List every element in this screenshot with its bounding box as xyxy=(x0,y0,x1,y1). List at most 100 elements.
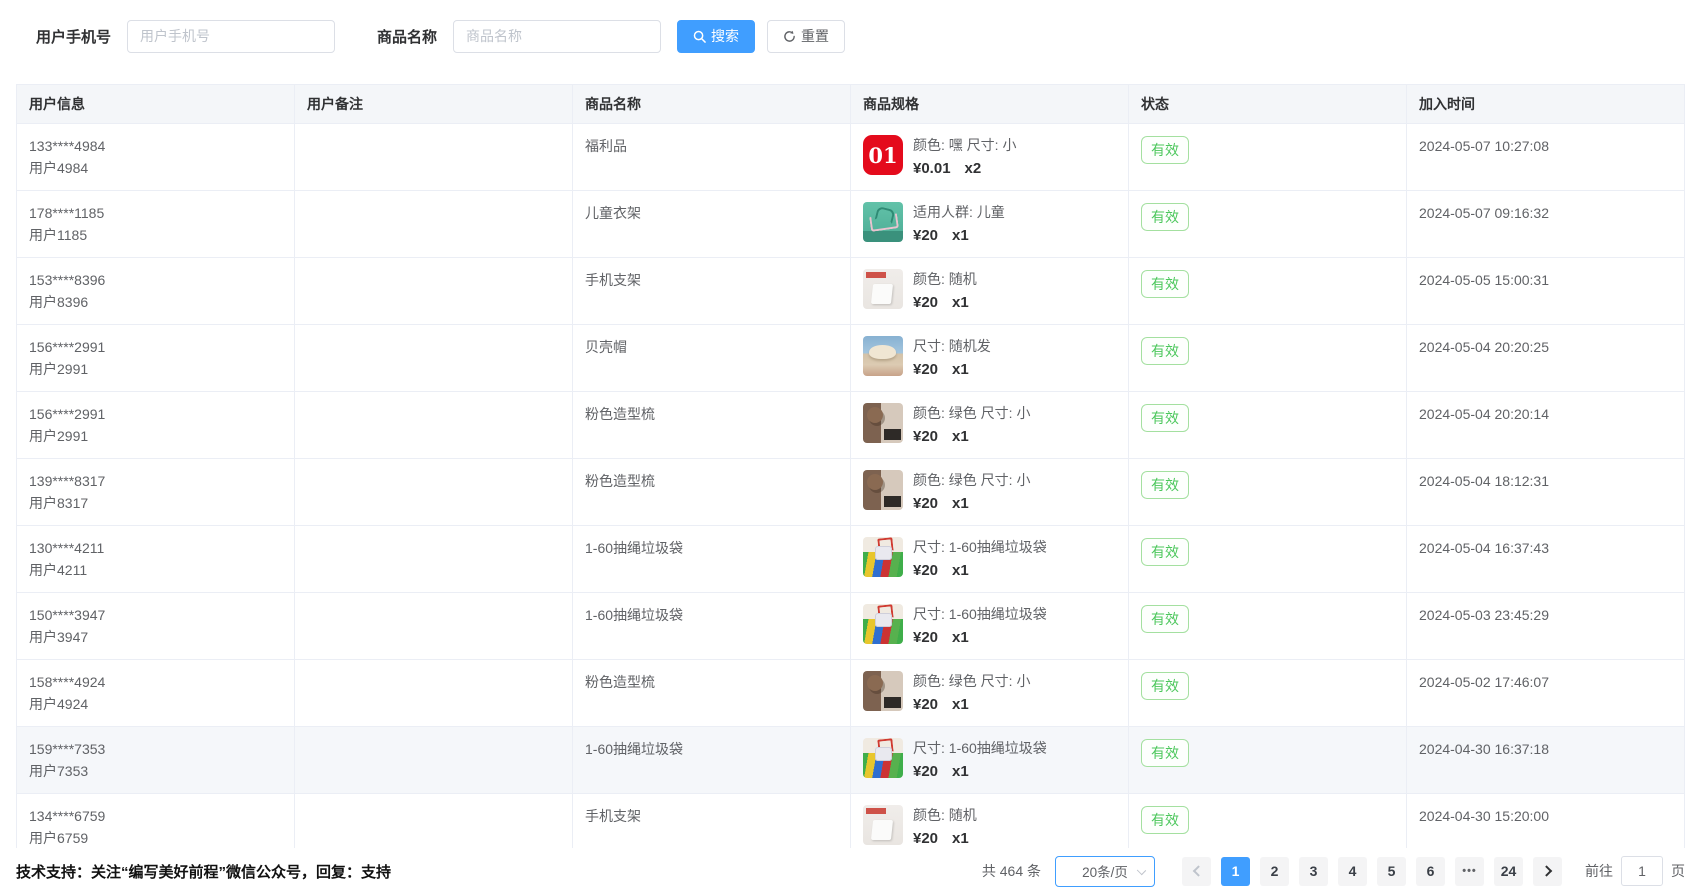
user-nickname: 用户6759 xyxy=(29,827,282,849)
user-remark-cell xyxy=(295,593,573,660)
user-nickname: 用户4984 xyxy=(29,157,282,179)
welfare-product-image: 01 xyxy=(863,135,903,175)
user-remark-cell xyxy=(295,660,573,727)
refresh-icon xyxy=(783,30,796,43)
status-badge: 有效 xyxy=(1141,337,1189,365)
chevron-left-icon xyxy=(1192,865,1203,876)
join-time-cell: 2024-04-30 16:37:18 xyxy=(1407,727,1685,794)
product-name-cell: 贝壳帽 xyxy=(573,325,851,392)
page-size-select[interactable]: 20条/页 xyxy=(1055,856,1155,887)
page-button-3[interactable]: 3 xyxy=(1299,857,1328,886)
join-time-cell: 2024-05-07 09:16:32 xyxy=(1407,191,1685,258)
stand-product-image xyxy=(863,269,903,309)
user-nickname: 用户2991 xyxy=(29,425,282,447)
table-row: 158****4924 用户4924 粉色造型梳 颜色: 绿色 尺寸: 小 ¥2… xyxy=(17,660,1685,727)
product-name-input[interactable] xyxy=(453,20,661,53)
product-image-label xyxy=(863,738,903,778)
user-info-cell: 130****4211 用户4211 xyxy=(17,526,295,593)
table-row: 156****2991 用户2991 粉色造型梳 颜色: 绿色 尺寸: 小 ¥2… xyxy=(17,392,1685,459)
product-spec-cell: 尺寸: 1-60抽绳垃圾袋 ¥20x1 xyxy=(851,727,1129,794)
user-remark-cell xyxy=(295,392,573,459)
table-row: 178****1185 用户1185 儿童衣架 适用人群: 儿童 ¥20x1 xyxy=(17,191,1685,258)
pagination: 共 464 条 20条/页 123456 ••• 24 前往 页 xyxy=(982,856,1685,887)
user-nickname: 用户8317 xyxy=(29,492,282,514)
product-name: 贝壳帽 xyxy=(585,336,838,358)
join-time: 2024-05-04 16:37:43 xyxy=(1419,537,1672,559)
spec-quantity: x1 xyxy=(952,696,969,713)
user-remark-cell xyxy=(295,258,573,325)
product-name-cell: 手机支架 xyxy=(573,258,851,325)
column-header: 加入时间 xyxy=(1407,85,1685,124)
spec-price: ¥20 xyxy=(913,428,938,445)
bags-product-image xyxy=(863,537,903,577)
page-button-5[interactable]: 5 xyxy=(1377,857,1406,886)
page-button-2[interactable]: 2 xyxy=(1260,857,1289,886)
user-remark-cell xyxy=(295,191,573,258)
comb-product-image xyxy=(863,671,903,711)
more-pages-button[interactable]: ••• xyxy=(1455,857,1484,886)
user-remark-cell xyxy=(295,459,573,526)
product-spec-cell: 颜色: 随机 ¥20x1 xyxy=(851,258,1129,325)
user-phone: 130****4211 xyxy=(29,537,282,559)
status-badge: 有效 xyxy=(1141,806,1189,834)
spec-quantity: x1 xyxy=(952,830,969,847)
join-time-cell: 2024-05-07 10:27:08 xyxy=(1407,124,1685,191)
search-button[interactable]: 搜索 xyxy=(677,20,755,53)
user-info-cell: 150****3947 用户3947 xyxy=(17,593,295,660)
chevron-down-icon xyxy=(1137,865,1146,874)
product-name: 1-60抽绳垃圾袋 xyxy=(585,738,838,760)
goto-page-input[interactable] xyxy=(1621,856,1663,886)
product-image-label xyxy=(863,336,903,376)
status-cell: 有效 xyxy=(1129,325,1407,392)
user-phone: 153****8396 xyxy=(29,269,282,291)
user-info-cell: 158****4924 用户4924 xyxy=(17,660,295,727)
comb-product-image xyxy=(863,470,903,510)
product-image-label xyxy=(863,403,903,443)
spec-attributes: 适用人群: 儿童 xyxy=(913,203,1005,221)
phone-input[interactable] xyxy=(127,20,335,53)
product-name: 1-60抽绳垃圾袋 xyxy=(585,537,838,559)
join-time: 2024-05-04 20:20:25 xyxy=(1419,336,1672,358)
spec-attributes: 尺寸: 1-60抽绳垃圾袋 xyxy=(913,739,1047,757)
column-header: 用户备注 xyxy=(295,85,573,124)
table-body: 133****4984 用户4984 福利品 01 颜色: 嘿 尺寸: 小 ¥0… xyxy=(17,124,1685,861)
user-info-cell: 156****2991 用户2991 xyxy=(17,325,295,392)
prev-page-button[interactable] xyxy=(1182,857,1211,886)
join-time: 2024-05-02 17:46:07 xyxy=(1419,671,1672,693)
status-badge: 有效 xyxy=(1141,605,1189,633)
goto-label: 前往 xyxy=(1585,861,1613,881)
spec-price: ¥20 xyxy=(913,629,938,646)
page-button-1[interactable]: 1 xyxy=(1221,857,1250,886)
user-phone: 133****4984 xyxy=(29,135,282,157)
page-button-6[interactable]: 6 xyxy=(1416,857,1445,886)
join-time-cell: 2024-05-04 18:12:31 xyxy=(1407,459,1685,526)
reset-button[interactable]: 重置 xyxy=(767,20,845,53)
user-phone: 134****6759 xyxy=(29,805,282,827)
table-row: 156****2991 用户2991 贝壳帽 尺寸: 随机发 ¥20x1 xyxy=(17,325,1685,392)
spec-quantity: x1 xyxy=(952,428,969,445)
product-image-label xyxy=(863,671,903,711)
status-badge: 有效 xyxy=(1141,538,1189,566)
user-remark-cell xyxy=(295,325,573,392)
user-info-cell: 178****1185 用户1185 xyxy=(17,191,295,258)
product-image-label xyxy=(863,537,903,577)
last-page-button[interactable]: 24 xyxy=(1494,857,1523,886)
product-name-cell: 儿童衣架 xyxy=(573,191,851,258)
next-page-button[interactable] xyxy=(1533,857,1562,886)
spec-quantity: x2 xyxy=(965,160,982,177)
join-time-cell: 2024-05-04 20:20:14 xyxy=(1407,392,1685,459)
goto-suffix: 页 xyxy=(1671,861,1685,881)
page-button-4[interactable]: 4 xyxy=(1338,857,1367,886)
spec-price: ¥20 xyxy=(913,696,938,713)
status-badge: 有效 xyxy=(1141,471,1189,499)
product-image-label: 01 xyxy=(863,135,903,175)
join-time: 2024-05-04 18:12:31 xyxy=(1419,470,1672,492)
column-header: 状态 xyxy=(1129,85,1407,124)
product-spec-cell: 适用人群: 儿童 ¥20x1 xyxy=(851,191,1129,258)
phone-field-label: 用户手机号 xyxy=(36,26,111,47)
status-badge: 有效 xyxy=(1141,739,1189,767)
status-badge: 有效 xyxy=(1141,203,1189,231)
table-row: 130****4211 用户4211 1-60抽绳垃圾袋 尺寸: 1-60抽绳垃… xyxy=(17,526,1685,593)
user-nickname: 用户3947 xyxy=(29,626,282,648)
product-spec-cell: 尺寸: 1-60抽绳垃圾袋 ¥20x1 xyxy=(851,526,1129,593)
